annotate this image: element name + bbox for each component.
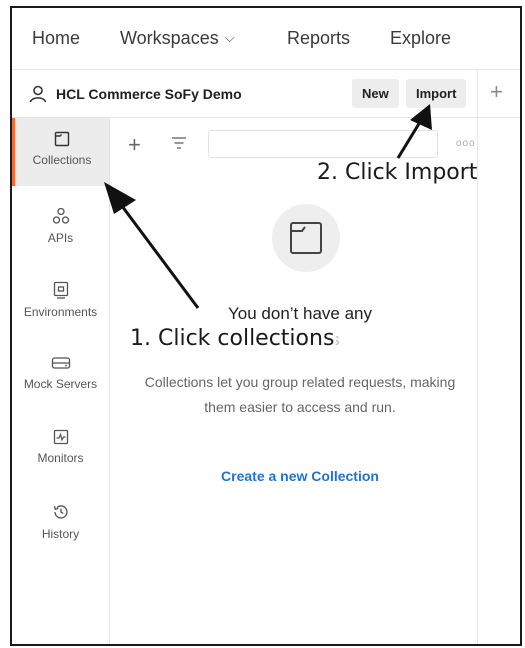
sidebar-item-label: Environments bbox=[23, 305, 98, 319]
empty-state-description: Collections let you group related reques… bbox=[144, 374, 456, 415]
user-icon bbox=[29, 85, 47, 103]
empty-state-illustration bbox=[272, 204, 340, 272]
sidebar-item-monitors[interactable]: Monitors bbox=[12, 416, 109, 484]
annotation-step1: 1. Click collections bbox=[128, 326, 337, 351]
mock-servers-icon bbox=[51, 357, 70, 369]
add-tab-button[interactable]: + bbox=[490, 79, 503, 105]
empty-state-title: You don’t have any bbox=[228, 304, 372, 323]
annotation-step2: 2. Click Import bbox=[317, 160, 478, 185]
chevron-down-icon: ⌵ bbox=[224, 30, 235, 45]
history-icon bbox=[53, 505, 68, 519]
apis-icon bbox=[52, 207, 69, 224]
panel-divider bbox=[477, 118, 478, 644]
collections-icon bbox=[290, 222, 322, 254]
sidebar: Collections APIs Environments Mock Serve… bbox=[12, 118, 110, 644]
divider bbox=[477, 70, 478, 118]
top-navigation: Home Workspaces ⌵ Reports Explore bbox=[12, 8, 520, 70]
nav-reports[interactable]: Reports bbox=[287, 28, 350, 49]
nav-workspaces-label: Workspaces bbox=[120, 28, 219, 48]
sidebar-item-environments[interactable]: Environments bbox=[12, 268, 109, 336]
sidebar-item-history[interactable]: History bbox=[12, 490, 109, 558]
sidebar-item-apis[interactable]: APIs bbox=[12, 194, 109, 262]
nav-workspaces[interactable]: Workspaces ⌵ bbox=[120, 28, 235, 49]
sidebar-item-label: History bbox=[41, 527, 80, 541]
workspace-name[interactable]: HCL Commerce SoFy Demo bbox=[56, 86, 242, 102]
collections-icon bbox=[54, 131, 70, 147]
sidebar-item-label: Monitors bbox=[37, 451, 84, 465]
sidebar-item-label: APIs bbox=[47, 231, 74, 245]
more-options-icon[interactable]: ooo bbox=[456, 138, 476, 149]
create-collection-link[interactable]: Create a new Collection bbox=[124, 468, 476, 484]
monitors-icon bbox=[53, 429, 68, 445]
nav-explore[interactable]: Explore bbox=[390, 28, 451, 49]
workspace-bar: HCL Commerce SoFy Demo New Import + bbox=[12, 70, 520, 118]
sidebar-item-label: Collections bbox=[32, 153, 92, 167]
nav-home[interactable]: Home bbox=[32, 28, 80, 49]
sidebar-item-mock-servers[interactable]: Mock Servers bbox=[12, 342, 109, 410]
filter-icon[interactable] bbox=[170, 134, 188, 152]
search-input[interactable] bbox=[208, 130, 438, 158]
environments-icon bbox=[53, 281, 68, 299]
new-collection-plus-button[interactable]: + bbox=[128, 132, 141, 158]
import-button[interactable]: Import bbox=[406, 79, 467, 108]
new-button[interactable]: New bbox=[352, 79, 399, 108]
sidebar-item-collections[interactable]: Collections bbox=[12, 118, 109, 186]
sidebar-item-label: Mock Servers bbox=[23, 377, 98, 391]
